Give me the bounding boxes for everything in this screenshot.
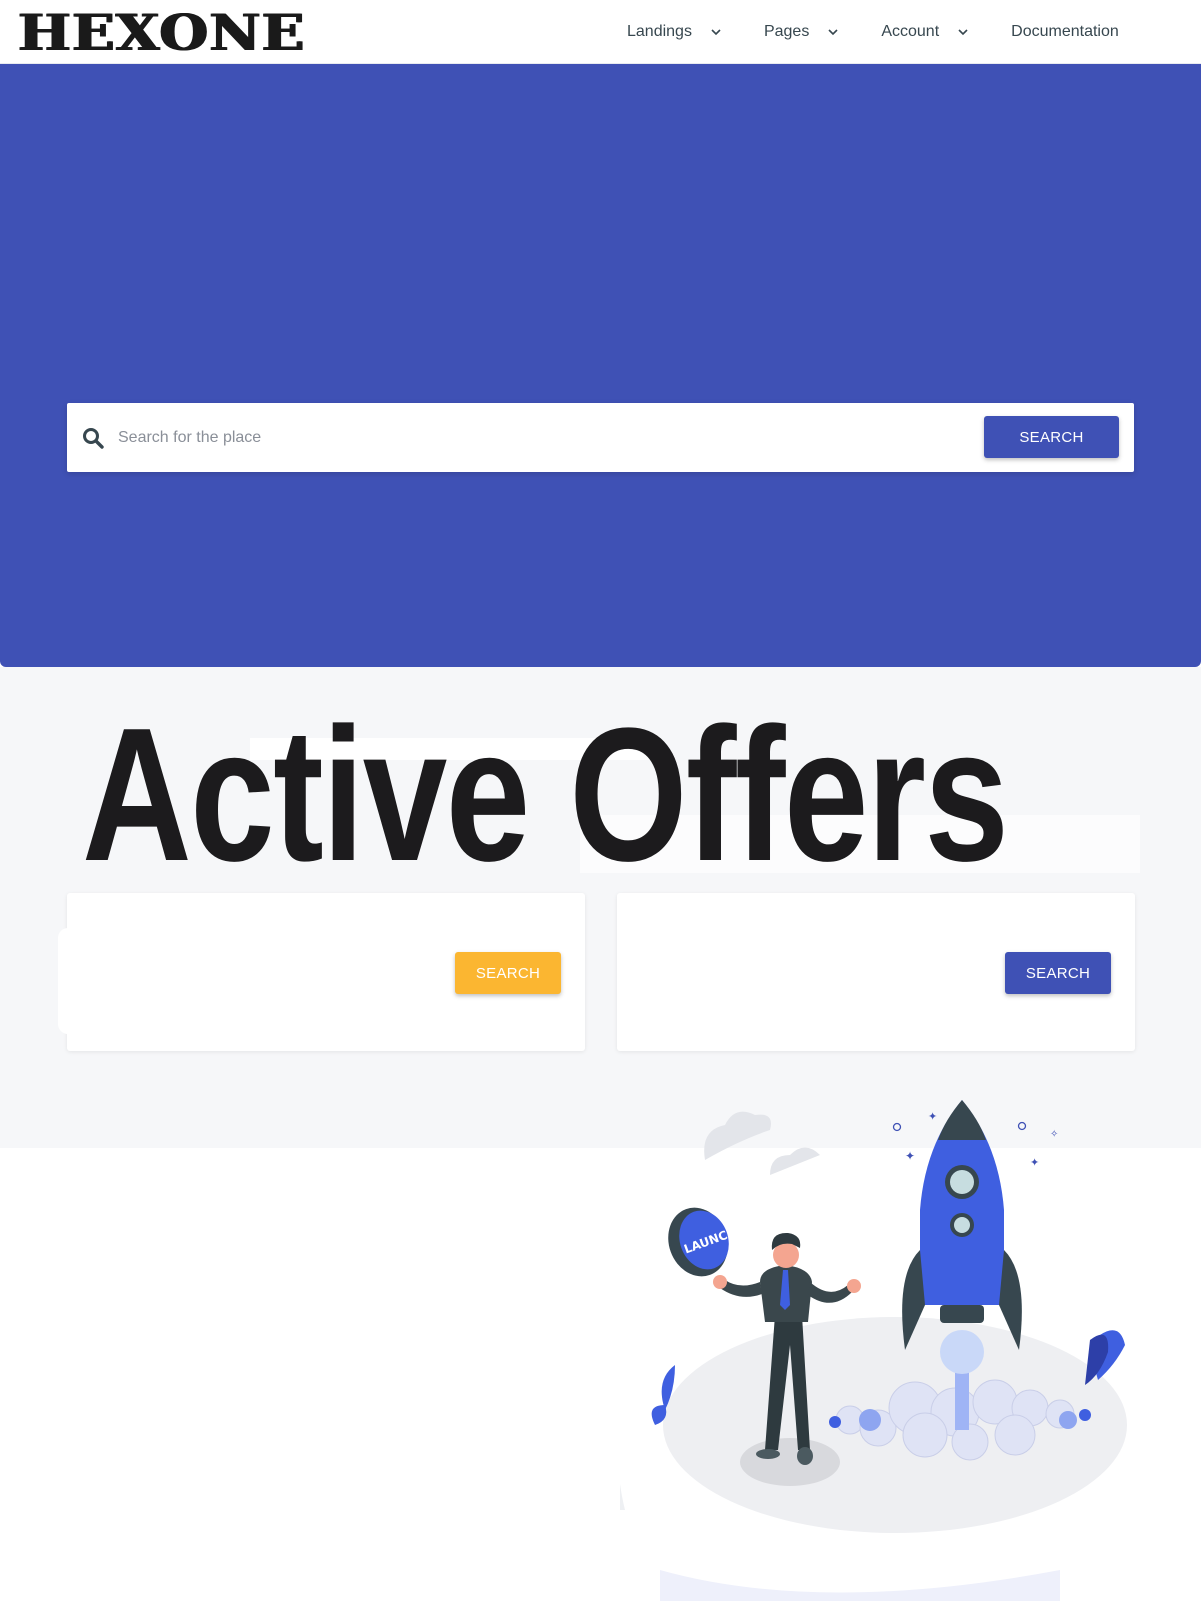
- main-nav: Landings Pages Account Documentation: [627, 0, 1161, 64]
- search-icon: [82, 427, 104, 449]
- top-navbar: HEXONE Landings Pages Account Documentat…: [0, 0, 1201, 64]
- search-input[interactable]: [118, 420, 958, 456]
- chevron-down-icon: [710, 26, 722, 38]
- offer-search-button[interactable]: SEARCH: [455, 952, 561, 994]
- nav-item-pages[interactable]: Pages: [764, 23, 839, 41]
- nav-item-documentation[interactable]: Documentation: [1011, 23, 1119, 41]
- nav-item-label: Landings: [627, 23, 692, 40]
- nav-item-label: Documentation: [1011, 23, 1119, 40]
- search-button[interactable]: SEARCH: [984, 416, 1119, 458]
- svg-text:✦: ✦: [928, 1110, 937, 1123]
- rocket-launch-illustration: ✦ ✦ ✧ ✦ LAUNCH: [616, 1090, 1201, 1601]
- nav-item-label: Account: [881, 23, 940, 40]
- nav-item-account[interactable]: Account: [881, 23, 969, 41]
- chevron-down-icon: [957, 26, 969, 38]
- svg-text:✧: ✧: [1050, 1129, 1058, 1140]
- section-title: Active Offers: [82, 689, 1009, 901]
- card-edge: [58, 928, 88, 1034]
- nav-item-label: Pages: [763, 23, 810, 40]
- brand-logo[interactable]: HEXONE: [18, 4, 305, 62]
- svg-text:✦: ✦: [905, 1149, 915, 1163]
- svg-text:✦: ✦: [1030, 1156, 1039, 1169]
- hero-section: [0, 64, 1201, 667]
- offer-search-button[interactable]: SEARCH: [1005, 952, 1111, 994]
- chevron-down-icon: [827, 26, 839, 38]
- nav-item-landings[interactable]: Landings: [627, 23, 722, 41]
